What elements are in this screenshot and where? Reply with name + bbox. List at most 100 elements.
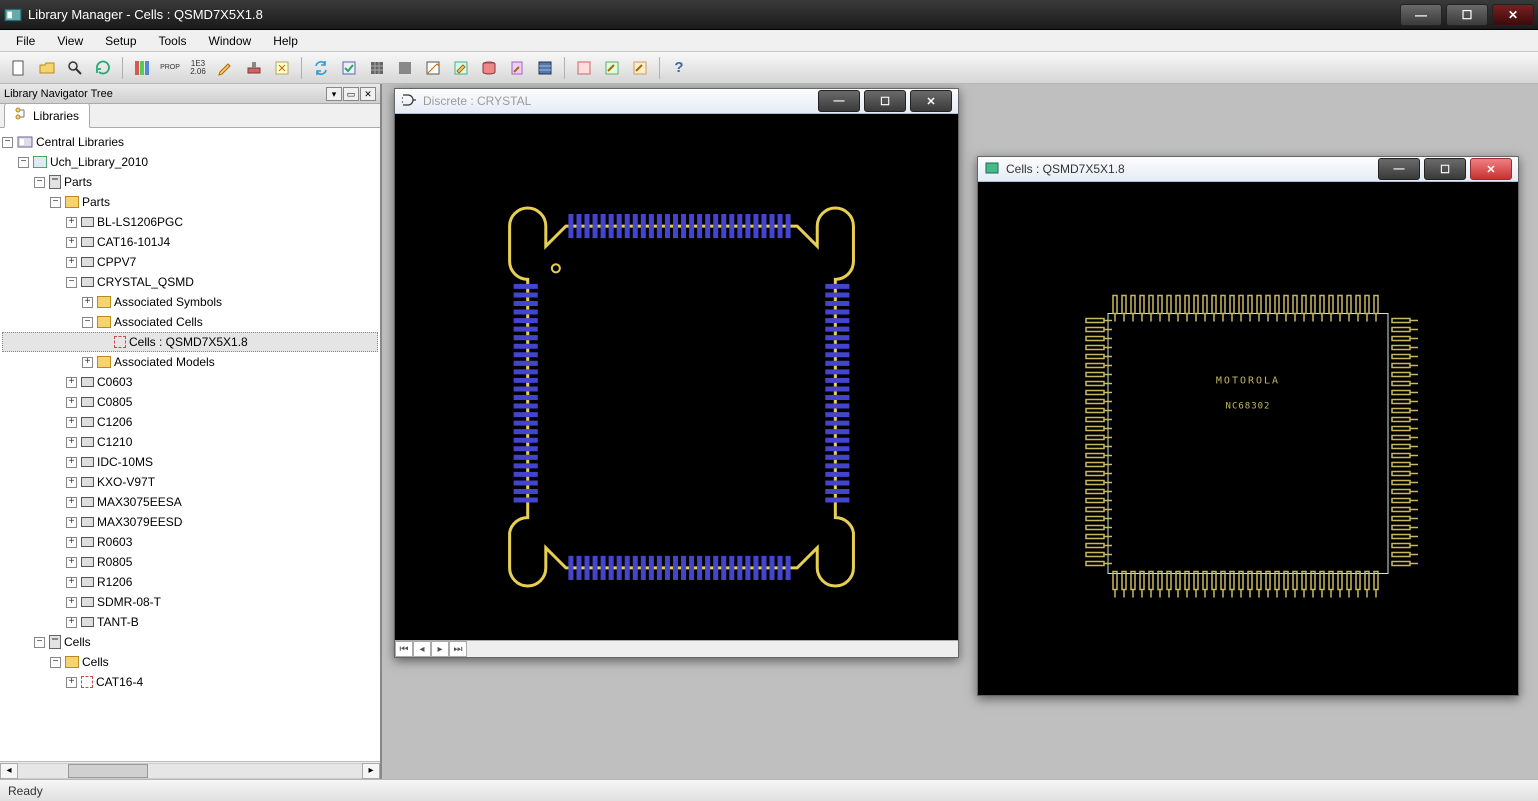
tb-note-icon[interactable]: [420, 55, 446, 81]
tree-assoc-cells[interactable]: −Associated Cells: [2, 312, 378, 332]
tree-part-item[interactable]: +SDMR-08-T: [2, 592, 378, 612]
window-discrete-canvas[interactable]: [395, 114, 958, 640]
scroll-thumb[interactable]: [68, 764, 148, 778]
tb-layers-icon[interactable]: [532, 55, 558, 81]
tb-stamp-icon[interactable]: [241, 55, 267, 81]
window-cells-max[interactable]: ☐: [1424, 158, 1466, 180]
menu-help[interactable]: Help: [263, 32, 308, 50]
tree-part-item[interactable]: −CRYSTAL_QSMD: [2, 272, 378, 292]
menu-window[interactable]: Window: [199, 32, 262, 50]
tb-gen3-icon[interactable]: [627, 55, 653, 81]
sidebar-hscroll[interactable]: ◂ ▸: [0, 761, 380, 779]
scroll-track[interactable]: [18, 763, 362, 779]
window-cells-min[interactable]: —: [1378, 158, 1420, 180]
tb-pin-icon[interactable]: [504, 55, 530, 81]
tb-open-icon[interactable]: [34, 55, 60, 81]
panel-title: Library Navigator Tree: [4, 88, 113, 100]
nav-last-button[interactable]: ⏭: [449, 641, 467, 657]
tree-lib[interactable]: − Uch_Library_2010: [2, 152, 378, 172]
nav-next-button[interactable]: ▸: [431, 641, 449, 657]
tb-units-icon[interactable]: 1E32.06: [185, 55, 211, 81]
panel-close-button[interactable]: ✕: [360, 87, 376, 101]
menu-setup[interactable]: Setup: [95, 32, 146, 50]
tree-part-item[interactable]: +KXO-V97T: [2, 472, 378, 492]
tb-fill-icon[interactable]: [392, 55, 418, 81]
scroll-right-button[interactable]: ▸: [362, 763, 380, 779]
tb-help-icon[interactable]: ?: [666, 55, 692, 81]
window-discrete-titlebar[interactable]: Discrete : CRYSTAL — ☐ ✕: [395, 89, 958, 114]
panel-dropdown-button[interactable]: ▾: [326, 87, 342, 101]
library-tree[interactable]: − Central Libraries − Uch_Library_2010 −…: [0, 128, 380, 761]
tree-part-item[interactable]: +R1206: [2, 572, 378, 592]
tree-cell-item[interactable]: + CAT16-4: [2, 672, 378, 692]
tree-assoc-cell-item[interactable]: Cells : QSMD7X5X1.8: [2, 332, 378, 352]
window-discrete-title: Discrete : CRYSTAL: [423, 94, 531, 108]
tree-part-item[interactable]: +MAX3075EESA: [2, 492, 378, 512]
close-button[interactable]: ✕: [1492, 4, 1534, 26]
tree-part-item[interactable]: +CAT16-101J4: [2, 232, 378, 252]
tb-props-icon[interactable]: PROP: [157, 55, 183, 81]
tb-search-icon[interactable]: [62, 55, 88, 81]
tb-gen2-icon[interactable]: [599, 55, 625, 81]
chip-icon: [81, 277, 94, 287]
sidebar-panel: Library Navigator Tree ▾ ▭ ✕ Libraries −…: [0, 84, 382, 779]
chip-icon: [81, 217, 94, 227]
tree-part-item[interactable]: +C1210: [2, 432, 378, 452]
nav-first-button[interactable]: ⏮: [395, 641, 413, 657]
tb-gen1-icon[interactable]: [571, 55, 597, 81]
window-discrete-min[interactable]: —: [818, 90, 860, 112]
chip-icon: [81, 537, 94, 547]
chip-icon: [81, 477, 94, 487]
menu-view[interactable]: View: [47, 32, 93, 50]
tb-refresh-icon[interactable]: [90, 55, 116, 81]
menu-tools[interactable]: Tools: [149, 32, 197, 50]
window-cells-close[interactable]: ✕: [1470, 158, 1512, 180]
tb-edit2-icon[interactable]: [448, 55, 474, 81]
tree-root[interactable]: − Central Libraries: [2, 132, 378, 152]
chip-icon: [81, 577, 94, 587]
tree-part-item[interactable]: +C0805: [2, 392, 378, 412]
tree-part-item[interactable]: +C0603: [2, 372, 378, 392]
tree-part-item[interactable]: +CPPV7: [2, 252, 378, 272]
window-cells[interactable]: Cells : QSMD7X5X1.8 — ☐ ✕ MOTOROLA NC683…: [977, 156, 1519, 696]
window-title: Library Manager - Cells : QSMD7X5X1.8: [28, 7, 263, 22]
chip-icon: [81, 517, 94, 527]
tree-part-item[interactable]: +TANT-B: [2, 612, 378, 632]
tree-assoc-symbols[interactable]: +Associated Symbols: [2, 292, 378, 312]
tree-cells-section[interactable]: − Cells: [2, 632, 378, 652]
tree-parts-folder[interactable]: − Parts: [2, 192, 378, 212]
window-cells-titlebar[interactable]: Cells : QSMD7X5X1.8 — ☐ ✕: [978, 157, 1518, 182]
nav-prev-button[interactable]: ◂: [413, 641, 431, 657]
menu-file[interactable]: File: [6, 32, 45, 50]
tree-part-item[interactable]: +R0603: [2, 532, 378, 552]
toolbar: PROP 1E32.06 ?: [0, 52, 1538, 84]
chip-label-1: MOTOROLA: [1216, 376, 1280, 387]
tb-sync-icon[interactable]: [308, 55, 334, 81]
tree-part-item[interactable]: +MAX3079EESD: [2, 512, 378, 532]
tb-columns-icon[interactable]: [129, 55, 155, 81]
tree-part-item[interactable]: +C1206: [2, 412, 378, 432]
tree-part-item[interactable]: +IDC-10MS: [2, 452, 378, 472]
panel-pin-button[interactable]: ▭: [343, 87, 359, 101]
tb-wizard-icon[interactable]: [269, 55, 295, 81]
window-discrete[interactable]: Discrete : CRYSTAL — ☐ ✕ ⏮ ◂: [394, 88, 959, 658]
tree-part-item[interactable]: +BL-LS1206PGC: [2, 212, 378, 232]
maximize-button[interactable]: ☐: [1446, 4, 1488, 26]
tab-libraries[interactable]: Libraries: [4, 103, 90, 128]
tb-edit-icon[interactable]: [213, 55, 239, 81]
window-cells-canvas[interactable]: MOTOROLA NC68302: [978, 182, 1518, 695]
tree-parts-section[interactable]: − Parts: [2, 172, 378, 192]
minimize-button[interactable]: —: [1400, 4, 1442, 26]
tree-assoc-models[interactable]: +Associated Models: [2, 352, 378, 372]
tb-check-icon[interactable]: [336, 55, 362, 81]
scroll-left-button[interactable]: ◂: [0, 763, 18, 779]
window-discrete-close[interactable]: ✕: [910, 90, 952, 112]
chip-icon: [81, 397, 94, 407]
tree-part-item[interactable]: +R0805: [2, 552, 378, 572]
chip-icon: [81, 437, 94, 447]
tree-cells-folder[interactable]: − Cells: [2, 652, 378, 672]
tb-new-icon[interactable]: [6, 55, 32, 81]
tb-db-icon[interactable]: [476, 55, 502, 81]
window-discrete-max[interactable]: ☐: [864, 90, 906, 112]
tb-grid-icon[interactable]: [364, 55, 390, 81]
